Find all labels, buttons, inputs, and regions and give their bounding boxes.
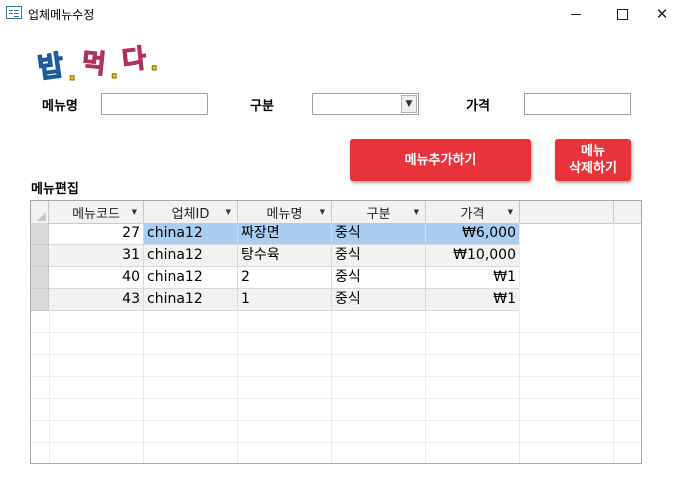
- cell-name[interactable]: 탕수육: [238, 245, 332, 267]
- column-header-category[interactable]: 구분 ▼: [332, 201, 426, 223]
- cell-name[interactable]: 2: [238, 267, 332, 289]
- column-header-label: 구분: [366, 206, 391, 222]
- close-icon: ✕: [655, 4, 669, 23]
- filter-arrow-icon[interactable]: ▼: [132, 208, 137, 216]
- row-selector[interactable]: [31, 289, 49, 311]
- row-selector[interactable]: [31, 223, 49, 245]
- row-selector[interactable]: [31, 267, 49, 289]
- column-header-label: 업체ID: [171, 206, 210, 222]
- window-title: 업체메뉴수정: [28, 8, 95, 22]
- column-header-label: 메뉴코드: [72, 206, 120, 222]
- dropdown-button[interactable]: ▼: [401, 95, 417, 113]
- cell-vendor[interactable]: china12: [144, 289, 238, 311]
- cell-code[interactable]: 27: [49, 223, 144, 245]
- table-row[interactable]: 43 china12 1 중식 ₩1: [31, 289, 641, 311]
- price-input[interactable]: [524, 93, 631, 115]
- minimize-icon: [571, 13, 581, 15]
- cell-name[interactable]: 1: [238, 289, 332, 311]
- column-header-label: 가격: [460, 206, 485, 222]
- table-row[interactable]: 40 china12 2 중식 ₩1: [31, 267, 641, 289]
- chevron-down-icon: ▼: [405, 99, 413, 109]
- row-selector[interactable]: [31, 245, 49, 267]
- column-header-code[interactable]: 메뉴코드 ▼: [49, 201, 144, 223]
- cell-name[interactable]: 짜장면: [238, 223, 332, 245]
- add-menu-button[interactable]: 메뉴추가하기: [350, 139, 531, 181]
- maximize-icon: [616, 8, 628, 20]
- cell-vendor[interactable]: china12: [144, 223, 238, 245]
- cell-vendor[interactable]: china12: [144, 267, 238, 289]
- logo-char-2: .: [68, 61, 76, 86]
- select-all-corner[interactable]: [31, 201, 49, 223]
- title-bar: 업체메뉴수정 ✕: [0, 0, 685, 28]
- empty-row: [31, 399, 641, 421]
- filter-arrow-icon[interactable]: ▼: [414, 208, 419, 216]
- menu-datasheet[interactable]: 메뉴코드 ▼ 업체ID ▼ 메뉴명 ▼ 구분 ▼ 가격 ▼ 27 china12 짜장면 …: [30, 200, 642, 464]
- table-row[interactable]: 27 china12 짜장면 중식 ₩6,000: [31, 223, 641, 245]
- cell-category[interactable]: 중식: [332, 245, 426, 267]
- minimize-button[interactable]: [553, 0, 599, 28]
- cell-code[interactable]: 43: [49, 289, 144, 311]
- empty-row: [31, 355, 641, 377]
- delete-button-line-2: 삭제하기: [569, 161, 617, 176]
- table-row[interactable]: 31 china12 탕수육 중식 ₩10,000: [31, 245, 641, 267]
- logo-char-3: 먹: [80, 48, 107, 80]
- cell-price[interactable]: ₩6,000: [426, 223, 520, 245]
- cell-code[interactable]: 40: [49, 267, 144, 289]
- empty-row: [31, 311, 641, 333]
- filter-arrow-icon[interactable]: ▼: [508, 208, 513, 216]
- section-title: 메뉴편집: [31, 182, 79, 197]
- filter-arrow-icon[interactable]: ▼: [320, 208, 325, 216]
- form-icon: [6, 6, 22, 19]
- column-header-empty: [520, 201, 614, 223]
- delete-button-line-1: 메뉴: [581, 144, 605, 159]
- logo-char-5: 다: [121, 44, 148, 76]
- close-button[interactable]: ✕: [639, 0, 685, 28]
- category-select[interactable]: ▼: [312, 93, 419, 115]
- empty-row: [31, 443, 641, 463]
- price-label: 가격: [466, 99, 490, 114]
- cell-price[interactable]: ₩10,000: [426, 245, 520, 267]
- logo-char-6: .: [150, 51, 158, 76]
- cell-category[interactable]: 중식: [332, 223, 426, 245]
- empty-row: [31, 333, 641, 355]
- cell-price[interactable]: ₩1: [426, 289, 520, 311]
- cell-price[interactable]: ₩1: [426, 267, 520, 289]
- empty-row: [31, 421, 641, 443]
- logo-char-4: .: [110, 59, 118, 84]
- column-header-label: 메뉴명: [266, 206, 303, 222]
- category-label: 구분: [250, 99, 274, 114]
- delete-menu-button[interactable]: 메뉴 삭제하기: [555, 139, 631, 181]
- cell-vendor[interactable]: china12: [144, 245, 238, 267]
- filter-arrow-icon[interactable]: ▼: [226, 208, 231, 216]
- empty-row: [31, 377, 641, 399]
- cell-category[interactable]: 중식: [332, 289, 426, 311]
- header-row: 메뉴코드 ▼ 업체ID ▼ 메뉴명 ▼ 구분 ▼ 가격 ▼: [31, 201, 641, 224]
- menu-name-input[interactable]: [101, 93, 208, 115]
- cell-category[interactable]: 중식: [332, 267, 426, 289]
- column-header-price[interactable]: 가격 ▼: [426, 201, 520, 223]
- logo: 밥 . 먹 . 다 .: [35, 43, 159, 86]
- column-header-vendor[interactable]: 업체ID ▼: [144, 201, 238, 223]
- column-header-name[interactable]: 메뉴명 ▼: [238, 201, 332, 223]
- menu-name-label: 메뉴명: [42, 99, 78, 114]
- cell-code[interactable]: 31: [49, 245, 144, 267]
- logo-char-1: 밥: [36, 49, 66, 85]
